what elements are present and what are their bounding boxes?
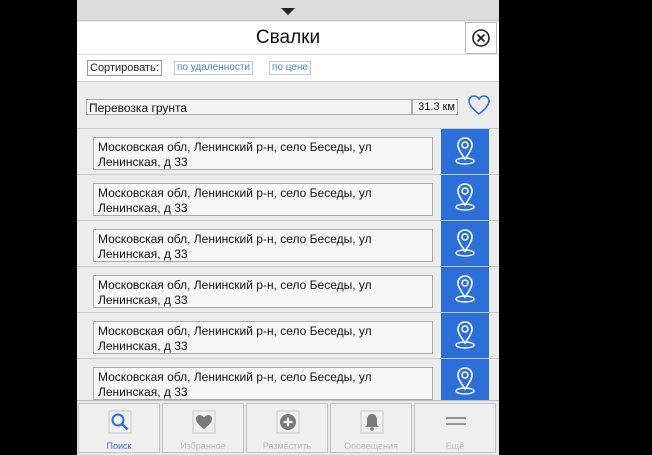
dump-address: Московская обл, Ленинский р-н, село Бесе… <box>93 137 433 170</box>
map-preview-strip[interactable] <box>77 0 499 21</box>
show-on-map-button[interactable] <box>441 313 489 358</box>
bell-icon <box>360 410 384 434</box>
sort-label: Сортировать: <box>87 60 162 76</box>
dump-address: Московская обл, Ленинский р-н, село Бесе… <box>93 367 433 400</box>
list-item[interactable]: Московская обл, Ленинский р-н, село Бесе… <box>77 358 499 404</box>
dump-address: Московская обл, Ленинский р-н, село Бесе… <box>93 321 433 354</box>
heart-icon <box>192 410 216 434</box>
service-distance: 31.3 км <box>412 99 458 115</box>
search-icon <box>108 410 132 434</box>
map-pin-icon <box>455 321 475 349</box>
close-button[interactable] <box>465 22 497 54</box>
list-item[interactable]: Московская обл, Ленинский р-н, село Бесе… <box>77 220 499 266</box>
sort-by-distance-link[interactable]: по удаленности <box>174 61 253 75</box>
close-icon <box>472 29 490 47</box>
list-item[interactable]: Московская обл, Ленинский р-н, село Бесе… <box>77 312 499 358</box>
show-on-map-button[interactable] <box>441 267 489 312</box>
list-item[interactable]: Московская обл, Ленинский р-н, село Бесе… <box>77 174 499 220</box>
chevron-down-icon[interactable] <box>281 8 295 15</box>
nav-label: Поиск <box>106 441 132 451</box>
page-title: Свалки <box>255 27 321 48</box>
bottom-nav: Поиск Избранное Разместить Оповещения Ещ… <box>77 400 499 455</box>
list-item[interactable]: Московская обл, Ленинский р-н, село Бесе… <box>77 266 499 312</box>
dump-address: Московская обл, Ленинский р-н, село Бесе… <box>93 183 433 216</box>
sort-bar: Сортировать: по удаленности по цене <box>77 54 499 82</box>
show-on-map-button[interactable] <box>441 129 489 174</box>
plus-circle-icon <box>276 410 300 434</box>
service-name: Перевозка грунта <box>86 99 412 115</box>
map-pin-icon <box>455 367 475 395</box>
dump-address: Московская обл, Ленинский р-н, село Бесе… <box>93 275 433 308</box>
nav-label: Избранное <box>180 441 226 451</box>
show-on-map-button[interactable] <box>441 221 489 266</box>
nav-item-more[interactable]: Ещё <box>414 403 496 453</box>
nav-label: Ещё <box>445 441 465 451</box>
app-window: Свалки Сортировать: по удаленности по це… <box>77 0 499 455</box>
service-row: Перевозка грунта 31.3 км <box>77 88 499 124</box>
map-pin-icon <box>455 229 475 257</box>
dump-address: Московская обл, Ленинский р-н, село Бесе… <box>93 229 433 262</box>
sort-by-price-link[interactable]: по цене <box>269 61 312 75</box>
title-bar: Свалки <box>77 22 499 54</box>
map-pin-icon <box>455 275 475 303</box>
nav-label: Разместить <box>262 441 312 451</box>
nav-label: Оповещения <box>344 441 398 451</box>
show-on-map-button[interactable] <box>441 175 489 220</box>
map-pin-icon <box>455 137 475 165</box>
show-on-map-button[interactable] <box>441 359 489 404</box>
nav-item-notifications[interactable]: Оповещения <box>330 403 412 453</box>
dump-list: Московская обл, Ленинский р-н, село Бесе… <box>77 128 499 404</box>
heart-icon <box>468 95 490 116</box>
map-pin-icon <box>455 183 475 211</box>
nav-item-search[interactable]: Поиск <box>78 403 160 453</box>
list-item[interactable]: Московская обл, Ленинский р-н, село Бесе… <box>77 128 499 174</box>
menu-icon <box>446 417 466 425</box>
nav-item-add[interactable]: Разместить <box>246 403 328 453</box>
favorite-button[interactable] <box>467 94 491 121</box>
nav-item-favorites[interactable]: Избранное <box>162 403 244 453</box>
